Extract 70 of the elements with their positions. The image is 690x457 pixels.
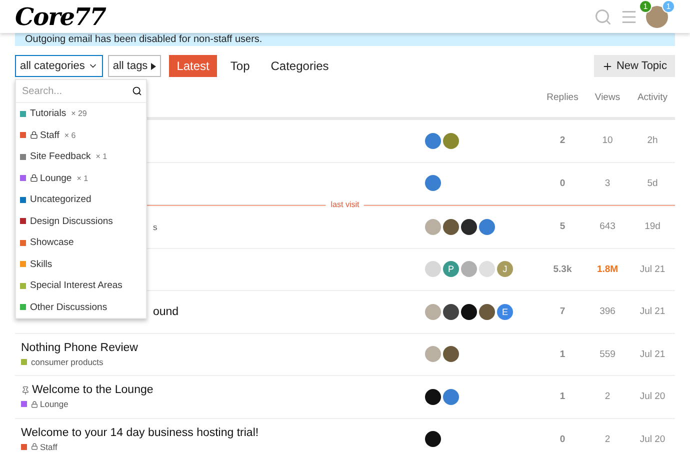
category-item[interactable]: Lounge × 1 [16, 168, 146, 189]
poster-avatar[interactable] [443, 218, 459, 235]
category-item[interactable]: Staff × 6 [16, 124, 146, 146]
topic-category[interactable]: s [153, 222, 158, 232]
views-count: 643 [598, 221, 616, 232]
poster-avatar[interactable] [443, 346, 459, 362]
tag-dropdown[interactable]: all tags [108, 55, 161, 77]
column-header[interactable]: Replies [540, 92, 585, 102]
views-count: 2 [604, 391, 612, 402]
activity-time[interactable]: Jul 21 [630, 306, 675, 318]
views-count: 1.8M [596, 264, 620, 275]
nav-tab[interactable]: Categories [262, 55, 337, 77]
poster-avatar[interactable] [479, 304, 495, 320]
topic-category[interactable]: consumer products [21, 356, 104, 367]
poster-avatar[interactable] [425, 431, 441, 448]
activity-time[interactable]: Jul 21 [630, 348, 675, 360]
topic-title[interactable]: Welcome to the Lounge [21, 384, 154, 396]
poster-avatar[interactable]: E [497, 304, 513, 320]
lock-icon [31, 400, 38, 408]
search-icon[interactable] [132, 86, 142, 96]
notification-badge: 1 [639, 0, 652, 12]
caret-icon [150, 62, 156, 70]
activity-time[interactable]: Jul 20 [630, 391, 675, 402]
replies-count: 1 [558, 391, 566, 402]
category-item[interactable]: Showcase [16, 232, 146, 254]
category-item[interactable]: Tutorials × 29 [16, 103, 146, 124]
column-header[interactable]: Views [585, 92, 630, 102]
views-count: 2 [604, 434, 612, 445]
activity-time[interactable]: Jul 20 [630, 434, 675, 445]
replies-count: 0 [558, 178, 566, 189]
category-item[interactable]: Design Discussions [16, 210, 146, 232]
replies-count: 7 [558, 306, 566, 318]
notice-banner: Outgoing email has been disabled for non-staff users. [15, 33, 675, 46]
views-count: 559 [598, 348, 616, 360]
notification-badge: 1 [662, 0, 675, 12]
last-visit-label: last visit [326, 200, 364, 209]
category-item[interactable]: Skills [16, 254, 146, 275]
topic-title[interactable]: Welcome to your 14 day business hosting trial! [21, 426, 259, 439]
lock-icon [31, 443, 38, 450]
views-count: 3 [604, 178, 612, 189]
activity-time[interactable]: 2h [630, 135, 675, 146]
poster-avatar[interactable] [461, 218, 477, 235]
topic-title[interactable]: ound [153, 306, 179, 318]
poster-avatar[interactable] [443, 304, 459, 320]
topic-category[interactable]: Lounge [21, 399, 68, 410]
replies-count: 1 [558, 348, 566, 360]
new-topic-button[interactable]: New Topic [594, 55, 675, 77]
plus-icon [602, 60, 614, 72]
topic-category[interactable]: Staff [21, 442, 58, 452]
category-item[interactable]: Site Feedback × 1 [16, 146, 146, 168]
views-count: 10 [601, 135, 614, 146]
nav-tab[interactable]: Top [222, 55, 258, 77]
poster-avatar[interactable] [461, 304, 477, 320]
replies-count: 5 [558, 221, 566, 232]
replies-count: 2 [558, 135, 566, 146]
category-item[interactable]: Other Discussions [16, 296, 146, 318]
category-item[interactable]: Special Interest Areas [16, 275, 146, 296]
replies-count: 0 [558, 434, 566, 445]
topic-title[interactable]: Nothing Phone Review [21, 342, 138, 354]
logo[interactable]: Core77 [15, 2, 106, 31]
poster-avatar[interactable] [425, 388, 441, 405]
category-item[interactable]: Uncategorized [16, 189, 146, 210]
views-count: 396 [598, 306, 616, 318]
replies-count: 5.3k [552, 264, 573, 275]
activity-time[interactable]: 19d [630, 221, 675, 232]
column-header[interactable]: Activity [630, 92, 675, 102]
activity-time[interactable]: 5d [630, 178, 675, 189]
activity-time[interactable]: Jul 21 [630, 264, 675, 275]
nav-tab[interactable]: Latest [168, 55, 218, 77]
category-dropdown[interactable]: all categories [15, 55, 103, 77]
